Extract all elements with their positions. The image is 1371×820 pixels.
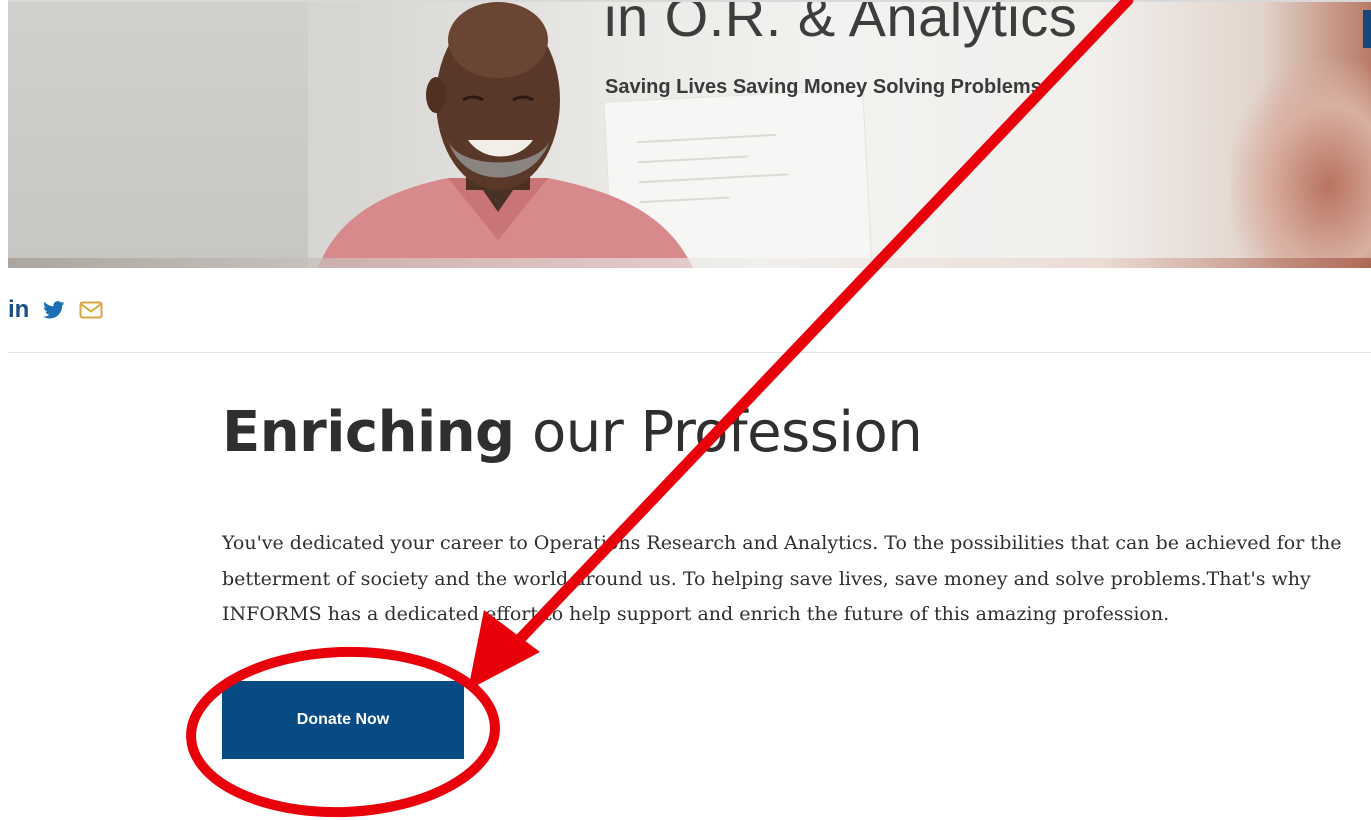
social-share-bar: in bbox=[8, 298, 103, 322]
hero-background-wall bbox=[8, 0, 308, 268]
section-divider bbox=[8, 352, 1371, 353]
twitter-icon[interactable] bbox=[43, 301, 65, 319]
hero-title: in O.R. & Analytics bbox=[604, 0, 1078, 48]
donate-button[interactable]: Donate Now bbox=[222, 681, 464, 759]
edge-accent-bar bbox=[1363, 10, 1371, 48]
hero-top-border bbox=[8, 0, 1371, 2]
hero-subtitle: Saving Lives Saving Money Solving Proble… bbox=[605, 76, 1042, 98]
page-heading: Enriching our Profession bbox=[222, 400, 923, 465]
hero-banner: in O.R. & Analytics Saving Lives Saving … bbox=[8, 0, 1371, 268]
intro-paragraph: You've dedicated your career to Operatio… bbox=[222, 532, 1342, 625]
heading-rest: our Profession bbox=[514, 400, 923, 465]
mail-icon[interactable] bbox=[79, 301, 103, 319]
hero-background-blur bbox=[1231, 60, 1371, 268]
hero-shelf bbox=[8, 258, 1371, 268]
heading-bold: Enriching bbox=[222, 400, 515, 465]
linkedin-icon[interactable]: in bbox=[8, 298, 29, 322]
